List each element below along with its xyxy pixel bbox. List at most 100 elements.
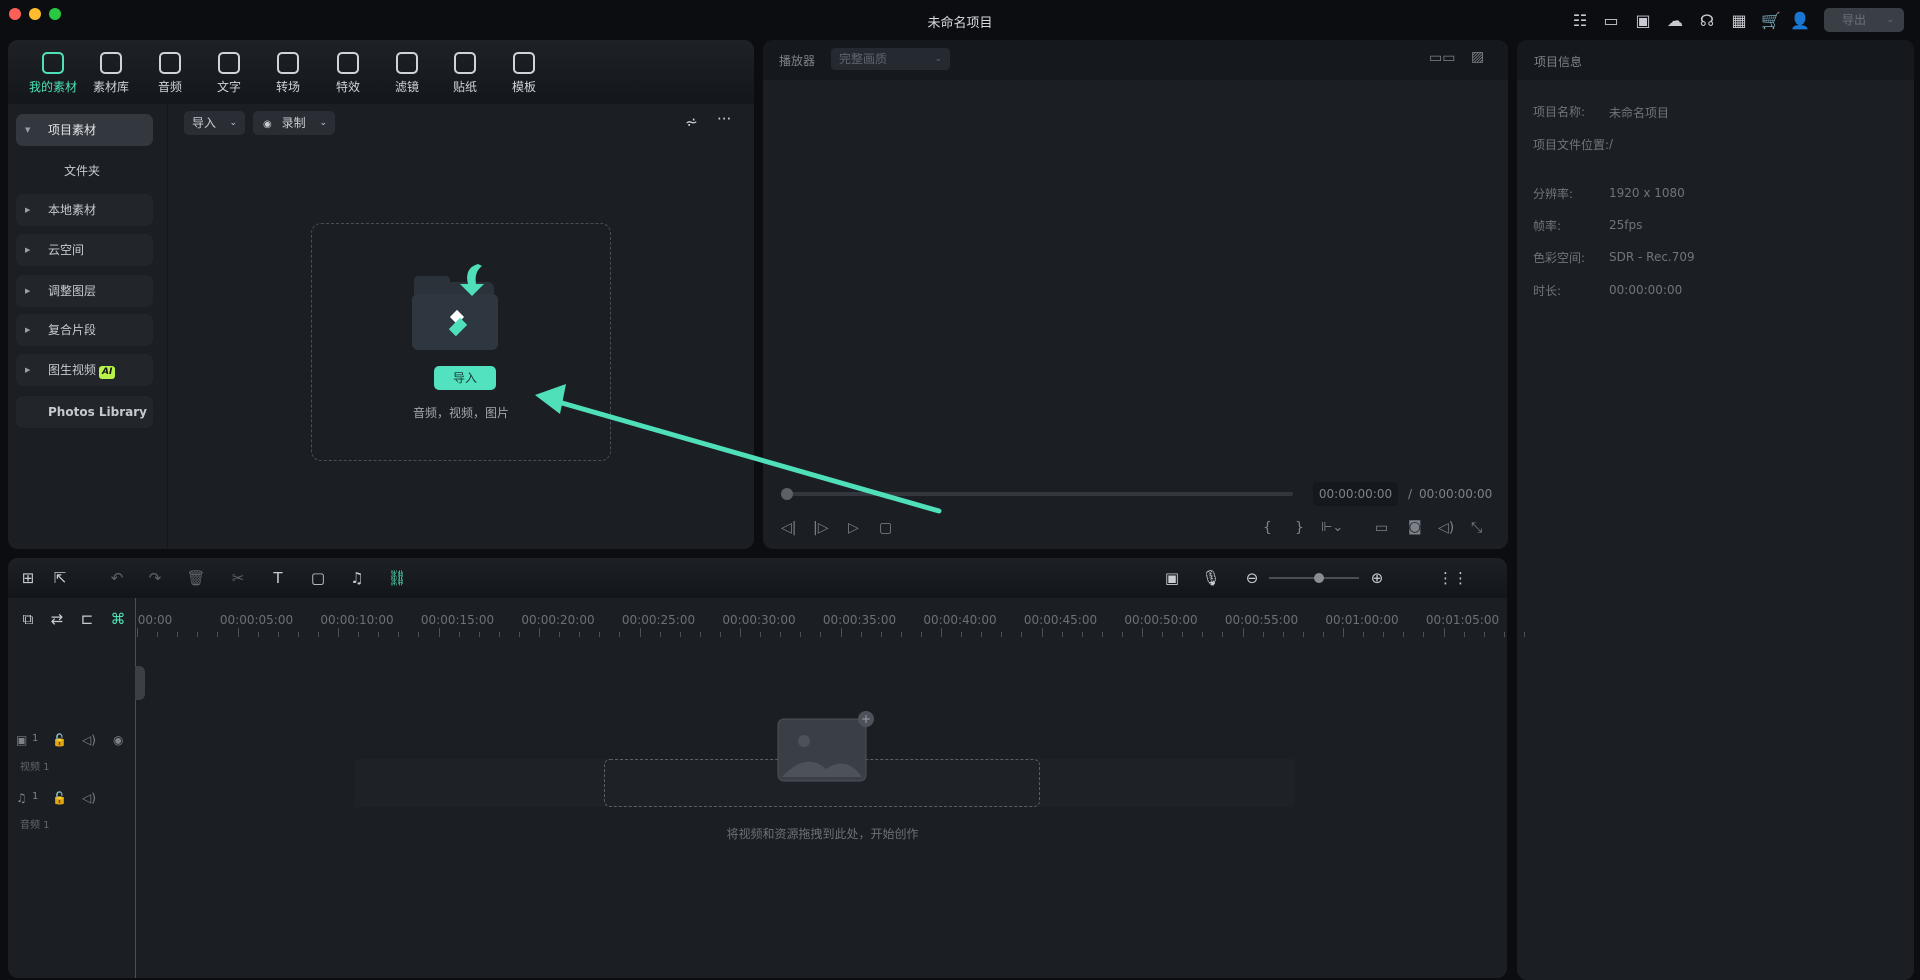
info-label: 时长:: [1533, 284, 1562, 298]
layout-icon[interactable]: ▭: [1601, 11, 1621, 31]
export-button[interactable]: 导出 ⌄: [1824, 8, 1904, 32]
filter-icon[interactable]: ⩫: [685, 113, 698, 131]
link-clips-icon[interactable]: ⇄: [47, 609, 67, 629]
tab-text[interactable]: 文字: [200, 52, 258, 95]
split-icon[interactable]: ⊏: [77, 609, 97, 629]
ruler-tick: [137, 628, 138, 637]
image-quality-icon[interactable]: ▨: [1471, 49, 1484, 65]
undo-icon[interactable]: ↶: [107, 568, 127, 588]
playback-progress-bar[interactable]: [786, 492, 1293, 496]
ruler-label: 00:00:05:00: [219, 613, 294, 627]
tab-effects[interactable]: 特效: [319, 52, 377, 95]
import-hint: 音频，视频，图片: [412, 406, 509, 420]
zoom-slider-handle[interactable]: [1314, 573, 1324, 583]
compare-view-icon[interactable]: ▭▭: [1429, 50, 1455, 66]
sidebar-item-6[interactable]: ▶ 图生视频 AI: [16, 354, 153, 386]
sticker-icon: [454, 52, 476, 74]
ruler-tick: [1483, 632, 1485, 637]
save-icon[interactable]: ▣: [1633, 11, 1653, 31]
cloud-upload-icon[interactable]: ☁: [1665, 11, 1685, 31]
ruler-label: 00:00:35:00: [822, 613, 897, 627]
task-list-icon[interactable]: ☷: [1570, 11, 1590, 31]
import-drop-zone[interactable]: 导入 音频，视频，图片: [311, 223, 611, 461]
import-folder-icon: [412, 264, 498, 350]
ruler-tick: [760, 632, 761, 637]
delete-icon[interactable]: 🗑: [186, 568, 206, 588]
cut-icon[interactable]: ✂: [228, 568, 248, 588]
media-sidebar: 🗀 🗀 ‹ ▼项目素材文件夹▶本地素材▶云空间▶调整图层▶复合片段▶图生视频AI…: [8, 104, 168, 549]
sidebar-item-7[interactable]: Photos Library: [16, 396, 153, 428]
crop-icon[interactable]: ▢: [308, 568, 328, 588]
text-icon: [218, 52, 240, 74]
sidebar-item-0[interactable]: ▼ 项目素材: [16, 114, 153, 146]
insert-clip-icon[interactable]: ⊩⌄: [1321, 520, 1343, 535]
tab-music[interactable]: 音频: [141, 52, 199, 95]
tab-store[interactable]: 素材库: [82, 52, 140, 95]
sidebar-item-1[interactable]: 文件夹: [16, 155, 153, 187]
record-dropdown[interactable]: ◉ 录制 ⌄: [253, 111, 335, 135]
cart-icon[interactable]: 🛒: [1761, 11, 1781, 31]
mute-track-icon[interactable]: ◁): [82, 791, 96, 805]
select-tool-icon[interactable]: ⇱: [50, 568, 70, 588]
more-options-icon[interactable]: ···: [717, 110, 731, 128]
visibility-icon[interactable]: ◉: [113, 733, 123, 747]
ruler-label: 00:00:30:00: [722, 613, 796, 627]
transition-icon: [277, 52, 299, 74]
ruler-tick: [1403, 632, 1404, 637]
media-panel: 我的素材素材库音频文字转场特效滤镜贴纸模板 🗀 🗀 ‹ ▼项目素材文件夹▶本地素…: [8, 40, 754, 549]
info-label: 项目文件位置:: [1533, 138, 1610, 152]
quality-dropdown[interactable]: 完整画质 ⌄: [831, 48, 950, 70]
timeline-playhead[interactable]: [135, 598, 136, 978]
user-icon[interactable]: 👤: [1790, 11, 1810, 31]
add-track-icon[interactable]: ⧉: [18, 609, 38, 629]
current-time: 00:00:00:00: [1313, 482, 1398, 506]
stop-icon[interactable]: ▢: [879, 520, 892, 536]
fullscreen-icon[interactable]: ⤡: [1471, 520, 1482, 536]
text-tool-icon[interactable]: T: [268, 568, 288, 588]
display-icon[interactable]: ▭: [1375, 520, 1388, 536]
tab-filter[interactable]: 滤镜: [378, 52, 436, 95]
sidebar-item-2[interactable]: ▶ 本地素材: [16, 194, 153, 226]
tab-transition[interactable]: 转场: [259, 52, 317, 95]
prev-frame-icon[interactable]: ◁|: [781, 520, 796, 536]
snapshot-icon[interactable]: ◙: [1408, 519, 1422, 535]
lock-track-icon[interactable]: 🔓: [52, 733, 67, 747]
player-panel: 播放器 完整画质 ⌄ ▭▭ ▨ 00:00:00:00 / 00:00:00:00…: [763, 40, 1508, 549]
redo-icon[interactable]: ↷: [145, 568, 165, 588]
mark-out-icon[interactable]: }: [1295, 520, 1304, 536]
ai-video-icon[interactable]: ▣: [1162, 568, 1182, 588]
apps-icon[interactable]: ▦: [1729, 11, 1749, 31]
next-frame-icon[interactable]: |▷: [813, 520, 828, 536]
ruler-label: 00:00:25:00: [621, 613, 696, 627]
lock-track-icon[interactable]: 🔓: [52, 791, 67, 805]
tab-label: 贴纸: [452, 80, 477, 94]
link-icon[interactable]: ⛓: [387, 568, 407, 588]
headset-icon[interactable]: ☊: [1697, 11, 1717, 31]
mute-track-icon[interactable]: ◁): [82, 733, 96, 747]
track-height-icon[interactable]: ⋮⋮: [1438, 568, 1468, 588]
ruler-label: 00:00:40:00: [923, 613, 997, 627]
zoom-in-icon[interactable]: ⊕: [1367, 568, 1387, 588]
mark-in-icon[interactable]: {: [1263, 520, 1272, 536]
playhead-handle[interactable]: [781, 488, 793, 500]
zoom-out-icon[interactable]: ⊖: [1242, 568, 1262, 588]
export-label: 导出: [1842, 13, 1867, 27]
tab-my-media[interactable]: 我的素材: [24, 52, 82, 95]
layout-icon[interactable]: ⊞: [18, 568, 38, 588]
import-button[interactable]: 导入: [434, 366, 496, 390]
play-icon[interactable]: ▷: [848, 520, 859, 536]
info-label: 色彩空间:: [1533, 251, 1586, 265]
import-dropdown[interactable]: 导入 ⌄: [184, 111, 245, 135]
microphone-icon[interactable]: 🎙: [1201, 568, 1221, 588]
magnet-icon[interactable]: ⌘: [108, 609, 128, 629]
sidebar-item-4[interactable]: ▶ 调整图层: [16, 275, 153, 307]
tab-sticker[interactable]: 贴纸: [436, 52, 494, 95]
ruler-label: 00:00:50:00: [1124, 613, 1198, 627]
volume-icon[interactable]: ◁): [1438, 520, 1454, 536]
sidebar-item-3[interactable]: ▶ 云空间: [16, 234, 153, 266]
ai-audio-icon[interactable]: ♫: [347, 568, 367, 588]
sidebar-item-label: 复合片段: [48, 323, 97, 337]
sidebar-item-5[interactable]: ▶ 复合片段: [16, 314, 153, 346]
tab-template[interactable]: 模板: [495, 52, 553, 95]
track-collapse-handle[interactable]: [135, 666, 145, 700]
